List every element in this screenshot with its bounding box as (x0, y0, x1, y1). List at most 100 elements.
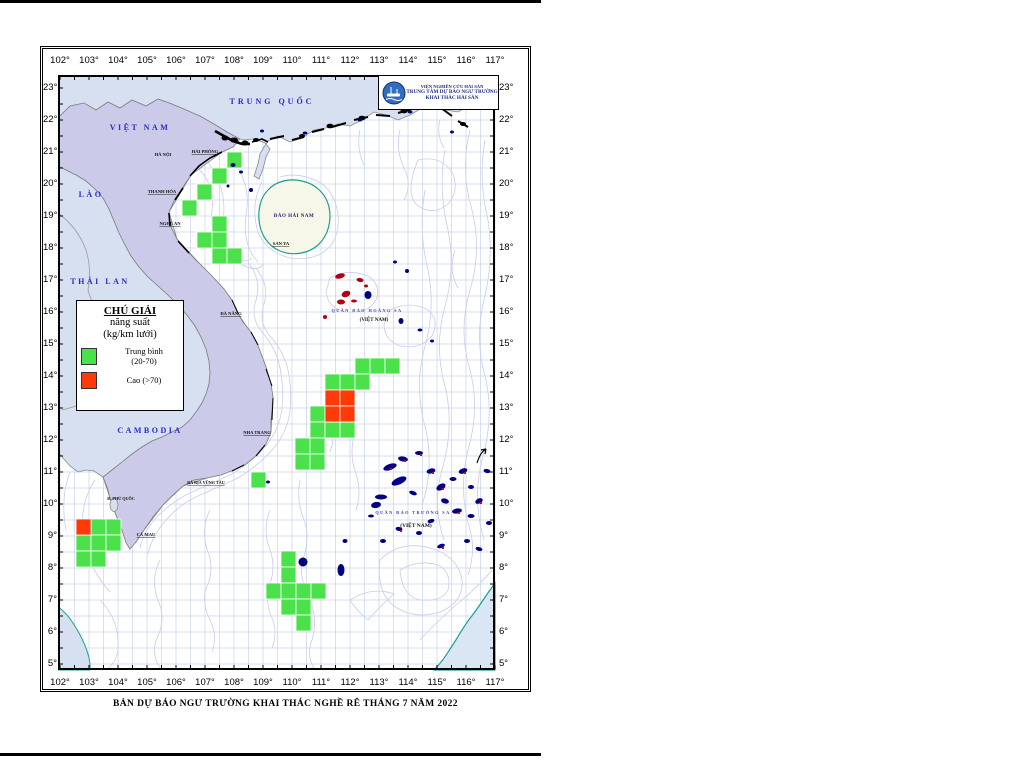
lon-axis-label: 102° (50, 55, 70, 66)
island-blob (239, 170, 243, 174)
map-label: QUẦN ĐẢO TRƯỜNG SA (375, 510, 450, 515)
lat-axis-label: 9° (47, 530, 57, 541)
lat-axis-label: 15° (499, 338, 514, 349)
lat-axis-label: 11° (499, 466, 513, 477)
forecast-cell-medium (280, 598, 297, 616)
reef-blob (323, 315, 327, 319)
forecast-cell-medium (90, 550, 107, 568)
lat-axis-label: 20° (43, 178, 58, 189)
reef-speck (442, 547, 444, 549)
lon-axis-label: 106° (166, 677, 186, 688)
forecast-cell-medium (295, 582, 312, 600)
map-label: THANH HÓA (148, 189, 177, 194)
lat-axis-label: 21° (43, 146, 58, 157)
forecast-cell-high (75, 518, 92, 536)
lat-axis-label: 8° (499, 562, 509, 573)
island-blob (430, 339, 434, 343)
forecast-cell-medium (75, 550, 92, 568)
map-label: HÀ NỘI (155, 152, 172, 157)
lat-axis-label: 6° (47, 626, 57, 637)
map-label: CÀ MAU (137, 532, 156, 537)
island-blob (486, 521, 492, 525)
legend-box: CHÚ GIẢI năng suất (kg/km lưới) Trung bì… (76, 300, 184, 411)
reef-speck (442, 488, 444, 490)
lat-axis-label: 21° (499, 146, 514, 157)
island-blob (380, 539, 386, 543)
reef-speck (400, 530, 402, 532)
lat-axis-label: 12° (43, 434, 58, 445)
forecast-cell-medium (295, 598, 312, 616)
island-blob (405, 269, 409, 273)
lon-axis-label: 112° (340, 677, 360, 688)
forecast-cell-medium (211, 215, 228, 233)
forecast-cell-medium (105, 518, 122, 536)
lat-axis-label: 11° (43, 466, 57, 477)
lat-axis-label: 5° (47, 658, 57, 669)
legend-item-high: Cao (>70) (81, 372, 183, 389)
reef-speck (420, 454, 422, 456)
forecast-cell-medium (294, 453, 311, 471)
legend-item-medium: Trung bình (20-70) (81, 346, 183, 366)
forecast-cell-medium (196, 183, 213, 201)
forecast-cell-medium (280, 582, 297, 600)
legend-title: CHÚ GIẢI (103, 305, 157, 317)
map-label: CAMBODIA (117, 426, 182, 435)
reef-blob (351, 299, 357, 303)
lat-axis-label: 16° (499, 306, 514, 317)
lon-axis-label: 116° (456, 677, 476, 688)
lon-axis-label: 111° (311, 55, 331, 66)
island-blob (464, 539, 470, 543)
map-label: ĐẢO HẢI NAM (274, 213, 315, 219)
lon-axis-label: 107° (195, 55, 215, 66)
forecast-cell-high (324, 405, 341, 423)
lat-axis-label: 17° (43, 274, 58, 285)
lat-axis-label: 20° (499, 178, 514, 189)
forecast-cell-medium (265, 582, 282, 600)
forecast-cell-medium (294, 437, 311, 455)
lat-axis-label: 7° (499, 594, 509, 605)
forecast-cell-medium (211, 231, 228, 249)
lat-axis-label: 23° (43, 82, 58, 93)
island-blob (266, 480, 270, 484)
page-top-rule (0, 0, 541, 3)
reef-blob (337, 299, 345, 305)
island-blob (249, 188, 253, 192)
forecast-cell-medium (295, 614, 312, 632)
lon-axis-label: 104° (108, 55, 128, 66)
map-label: NHA TRANG (243, 430, 271, 435)
lon-axis-label: 108° (224, 677, 244, 688)
forecast-cell-high (339, 389, 356, 407)
institute-logo-icon (382, 81, 406, 104)
lon-axis-label: 105° (137, 677, 157, 688)
island-blob (417, 328, 423, 332)
forecast-cell-medium (90, 518, 107, 536)
forecast-cell-medium (339, 373, 356, 391)
lat-axis-label: 12° (499, 434, 514, 445)
lat-axis-label: 18° (43, 242, 58, 253)
forecast-cell-medium (309, 421, 326, 439)
forecast-cell-medium (309, 453, 326, 471)
forecast-cell-medium (196, 231, 213, 249)
lat-axis-label: 14° (43, 370, 58, 381)
legend-medium-label: Trung bình (125, 346, 163, 356)
forecast-cell-high (324, 389, 341, 407)
island-blob (302, 131, 308, 135)
island-blob (467, 514, 475, 518)
forecast-cell-medium (105, 534, 122, 552)
lon-axis-label: 115° (427, 55, 447, 66)
lat-axis-label: 13° (43, 402, 58, 413)
map-label: (VIỆT NAM) (360, 317, 389, 323)
forecast-cell-high (339, 405, 356, 423)
lon-axis-label: 111° (311, 677, 331, 688)
forecast-cell-medium (309, 405, 326, 423)
forecast-cell-medium (280, 550, 297, 568)
map-label: ĐÀ NẴNG (220, 311, 242, 316)
lon-axis-label: 106° (166, 55, 186, 66)
lon-axis-label: 109° (253, 55, 273, 66)
island-blob (260, 129, 264, 133)
lat-axis-label: 19° (499, 210, 514, 221)
lon-axis-label: 117° (485, 55, 505, 66)
forecast-cell-medium (181, 199, 198, 217)
lon-axis-label: 108° (224, 55, 244, 66)
map-label: (VIỆT NAM) (400, 521, 432, 529)
